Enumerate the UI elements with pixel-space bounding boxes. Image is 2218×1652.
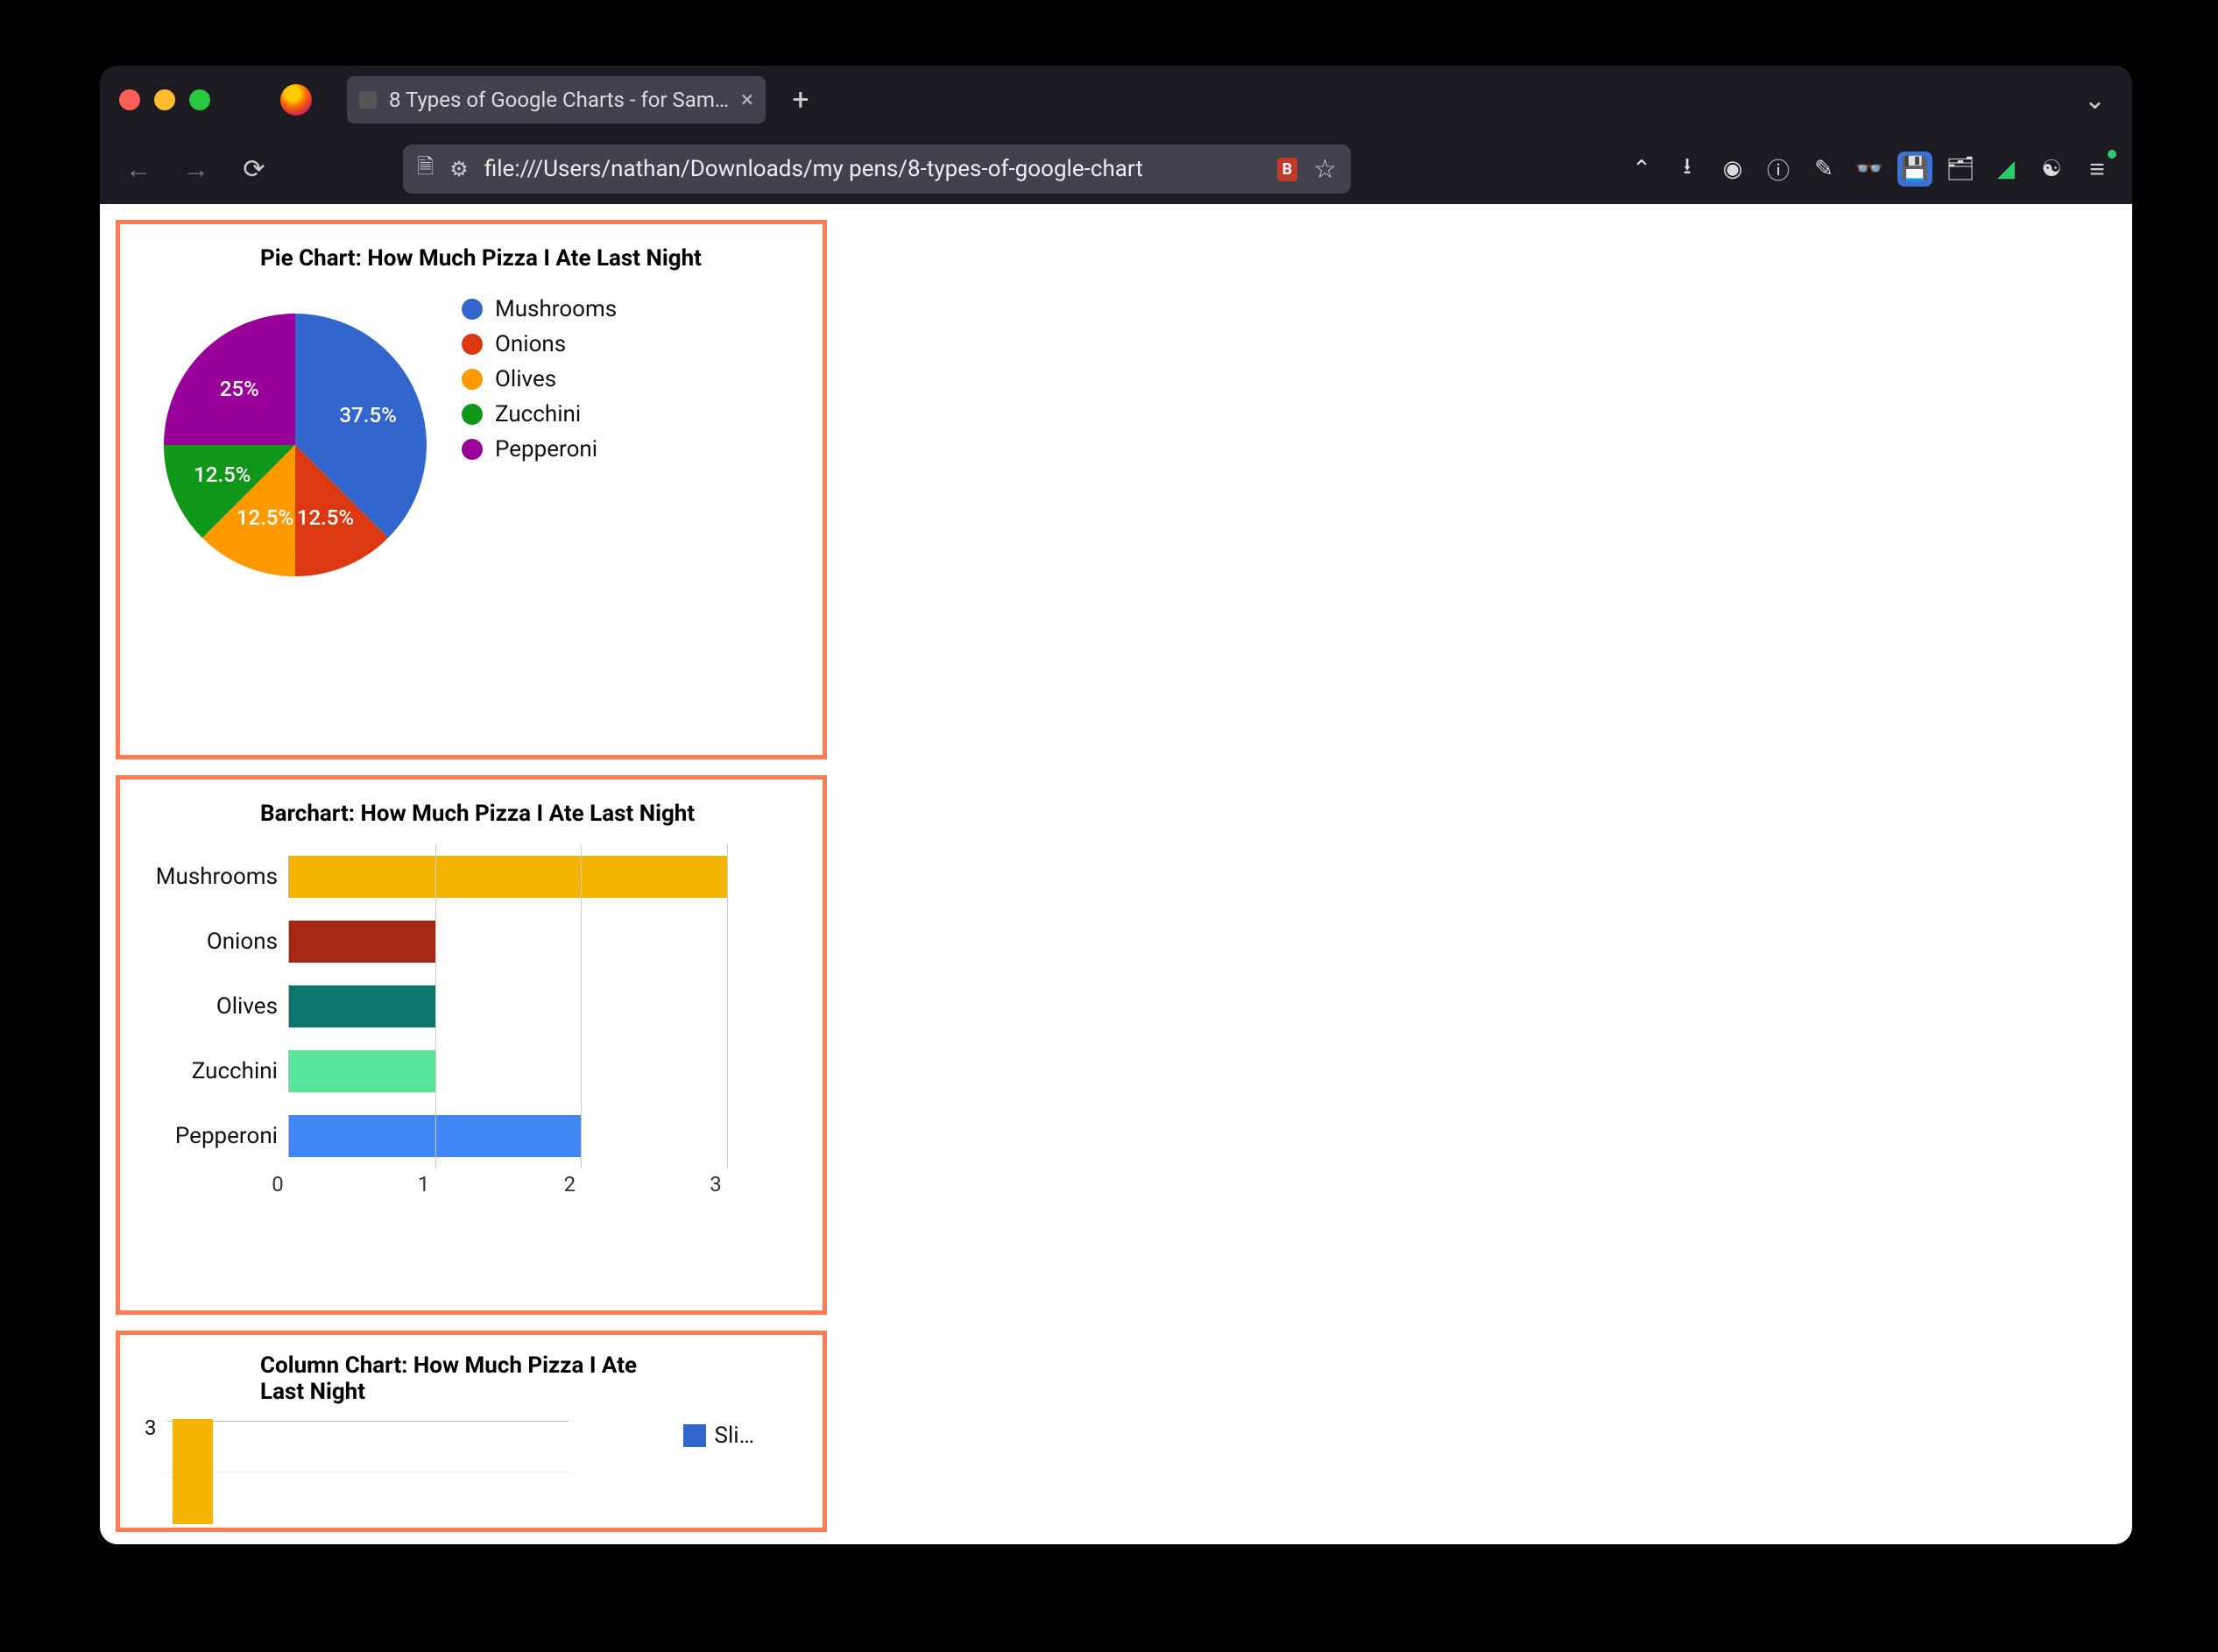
bar-row: Zucchini	[146, 1039, 796, 1104]
legend-label: Zucchini	[495, 401, 581, 427]
bar-category-label: Olives	[146, 993, 288, 1020]
column-chart-title: Column Chart: How Much Pizza I Ate Last …	[260, 1352, 663, 1405]
legend-item[interactable]: Pepperoni	[462, 436, 617, 462]
bar-xtick: 0	[272, 1172, 284, 1197]
pie-chart-card: Pie Chart: How Much Pizza I Ate Last Nig…	[116, 220, 827, 759]
bar-track	[288, 1050, 727, 1092]
legend-label: Onions	[495, 331, 566, 357]
column-legend-swatch	[683, 1424, 706, 1447]
pie-slice-label: 12.5%	[237, 505, 293, 530]
column-legend: Sli…	[683, 1423, 754, 1449]
bar-x-axis: 0123	[278, 1172, 716, 1197]
bar-fill-onions[interactable]	[289, 921, 435, 963]
legend-label: Mushrooms	[495, 296, 617, 322]
column-chart-card: Column Chart: How Much Pizza I Ate Last …	[116, 1331, 827, 1532]
bar-row: Olives	[146, 974, 796, 1039]
forward-button[interactable]: →	[175, 148, 217, 190]
extension-icon-6[interactable]: 🗂	[1943, 152, 1978, 187]
bar-track	[288, 1115, 727, 1157]
browser-window: 8 Types of Google Charts - for Sam… × + …	[100, 66, 2132, 1544]
legend-swatch-icon	[462, 369, 483, 390]
legend-label: Olives	[495, 366, 556, 392]
extension-icon-2[interactable]: ⓘ	[1761, 152, 1796, 187]
bar-chart-card: Barchart: How Much Pizza I Ate Last Nigh…	[116, 775, 827, 1315]
extension-icon-8[interactable]: ☯	[2034, 152, 2069, 187]
pocket-icon[interactable]: ⌃	[1624, 152, 1659, 187]
column-ytick: 3	[145, 1415, 157, 1440]
pie-legend: Mushrooms Onions Olives Zucchini Pepperoni	[462, 296, 617, 576]
url-text: file:///Users/nathan/Downloads/my pens/8…	[484, 156, 1261, 182]
legend-item[interactable]: Zucchini	[462, 401, 617, 427]
legend-swatch-icon	[462, 299, 483, 320]
tabs-overflow-button[interactable]: ⌄	[2084, 85, 2106, 116]
back-button[interactable]: ←	[117, 148, 159, 190]
pie-chart[interactable]: 37.5%12.5%12.5%12.5%25%	[164, 314, 427, 576]
bar-xtick: 3	[710, 1172, 722, 1197]
legend-swatch-icon	[462, 334, 483, 355]
pie-chart-title: Pie Chart: How Much Pizza I Ate Last Nig…	[260, 245, 796, 272]
bar-row: Onions	[146, 909, 796, 974]
permissions-icon[interactable]: ⚙	[449, 157, 469, 181]
url-bar[interactable]: 🗎 ⚙ file:///Users/nathan/Downloads/my pe…	[403, 145, 1351, 194]
extension-icon-1[interactable]: ◉	[1715, 152, 1750, 187]
bar-track	[288, 985, 727, 1027]
tab-bar: 8 Types of Google Charts - for Sam… × + …	[100, 66, 2132, 134]
bar-category-label: Pepperoni	[146, 1123, 288, 1149]
bar-xtick: 1	[418, 1172, 430, 1197]
bar-xtick: 2	[564, 1172, 576, 1197]
extension-icon-7[interactable]: ◢	[1988, 152, 2024, 187]
bar-track	[288, 921, 727, 963]
legend-item[interactable]: Mushrooms	[462, 296, 617, 322]
downloads-icon[interactable]: ⭳	[1670, 152, 1705, 187]
bar-category-label: Mushrooms	[146, 864, 288, 890]
bar-chart-title: Barchart: How Much Pizza I Ate Last Nigh…	[260, 801, 796, 827]
extension-icon-4[interactable]: 👓	[1852, 152, 1887, 187]
tab-title: 8 Types of Google Charts - for Sam…	[389, 88, 729, 112]
column-gridline	[167, 1421, 569, 1422]
close-window-button[interactable]	[119, 89, 140, 110]
bar-chart[interactable]: Mushrooms Onions Olives Zucchini Pepperoni 0 1…	[146, 844, 796, 1197]
app-menu-button[interactable]: ≡	[2080, 152, 2115, 187]
legend-item[interactable]: Olives	[462, 366, 617, 392]
pie-slice-label: 12.5%	[297, 505, 354, 530]
pie-slice-label: 12.5%	[194, 462, 251, 487]
extension-icon-5[interactable]: 💾	[1897, 152, 1932, 187]
bar-row: Mushrooms	[146, 844, 796, 909]
browser-tab[interactable]: 8 Types of Google Charts - for Sam… ×	[347, 76, 766, 124]
page-viewport[interactable]: Pie Chart: How Much Pizza I Ate Last Nig…	[100, 204, 2132, 1544]
bar-category-label: Onions	[146, 928, 288, 955]
window-controls	[119, 89, 210, 110]
bar-category-label: Zucchini	[146, 1058, 288, 1084]
bar-row: Pepperoni	[146, 1104, 796, 1168]
column-legend-label: Sli…	[715, 1423, 754, 1449]
bar-fill-olives[interactable]	[289, 985, 435, 1027]
bar-track	[288, 856, 727, 898]
reload-button[interactable]: ⟳	[233, 148, 275, 190]
pie-slice-label: 37.5%	[340, 403, 397, 427]
legend-swatch-icon	[462, 439, 483, 460]
bar-fill-mushrooms[interactable]	[289, 856, 727, 898]
legend-swatch-icon	[462, 404, 483, 425]
legend-label: Pepperoni	[495, 436, 597, 462]
maximize-window-button[interactable]	[189, 89, 210, 110]
toolbar: ← → ⟳ 🗎 ⚙ file:///Users/nathan/Downloads…	[100, 134, 2132, 204]
bookmark-star-icon[interactable]: ☆	[1313, 154, 1337, 185]
legend-item[interactable]: Onions	[462, 331, 617, 357]
tab-close-icon[interactable]: ×	[741, 88, 753, 111]
new-tab-button[interactable]: +	[783, 82, 818, 117]
tab-favicon-icon	[359, 91, 377, 109]
extension-badge[interactable]: B	[1277, 158, 1298, 181]
page-info-icon[interactable]: 🗎	[417, 152, 434, 187]
bar-fill-zucchini[interactable]	[289, 1050, 435, 1092]
column-bar-1[interactable]	[173, 1419, 213, 1524]
toolbar-right: ⌃ ⭳ ◉ ⓘ ✎ 👓 💾 🗂 ◢ ☯ ≡	[1624, 152, 2115, 187]
minimize-window-button[interactable]	[154, 89, 175, 110]
firefox-logo-icon	[280, 84, 312, 116]
column-chart[interactable]: 3 Sli…	[146, 1419, 796, 1524]
extension-icon-3[interactable]: ✎	[1806, 152, 1841, 187]
pie-slice-label: 25%	[220, 377, 259, 401]
